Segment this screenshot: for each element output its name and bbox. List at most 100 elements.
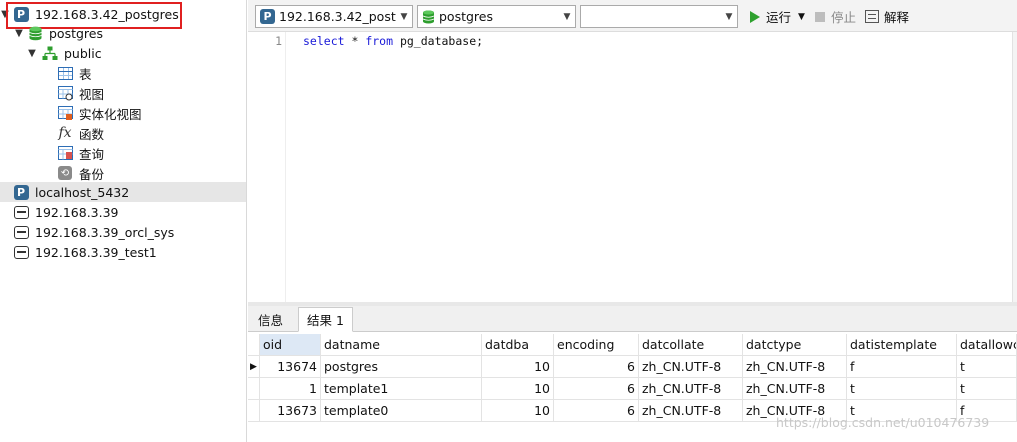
table-cell[interactable]: t xyxy=(847,378,957,400)
postgres-elephant-icon: P xyxy=(13,184,29,200)
line-number: 1 xyxy=(275,34,282,48)
database-select-value: postgres xyxy=(439,9,493,24)
table-cell[interactable]: 10 xyxy=(482,400,554,422)
watermark: https://blog.csdn.net/u010476739 xyxy=(776,415,990,430)
table-cell[interactable]: zh_CN.UTF-8 xyxy=(639,378,743,400)
table-icon xyxy=(57,65,73,81)
table-cell[interactable]: zh_CN.UTF-8 xyxy=(639,356,743,378)
tree-connection-192-168-3-42[interactable]: ▼ P 192.168.3.42_postgres xyxy=(0,4,246,24)
table-cell[interactable]: 6 xyxy=(554,378,639,400)
schema-select[interactable]: ▼ xyxy=(580,5,738,28)
tab-info[interactable]: 信息 xyxy=(250,307,291,332)
schema-icon xyxy=(42,45,58,61)
column-header-datistemplate[interactable]: datistemplate xyxy=(847,334,957,356)
grid-corner xyxy=(248,334,260,356)
connection-tree: ▼ P 192.168.3.42_postgres ▼ postgres ▼ p… xyxy=(0,0,247,442)
column-header-datcollate[interactable]: datcollate xyxy=(639,334,743,356)
table-cell[interactable]: zh_CN.UTF-8 xyxy=(743,378,847,400)
tree-item-backup[interactable]: ⟲ 备份 xyxy=(0,163,246,183)
column-header-oid[interactable]: oid xyxy=(260,334,321,356)
table-cell[interactable]: zh_CN.UTF-8 xyxy=(639,400,743,422)
chevron-down-icon[interactable]: ▼ xyxy=(27,43,37,63)
tree-item-queries[interactable]: 查询 xyxy=(0,143,246,163)
table-cell[interactable]: t xyxy=(957,378,1017,400)
tree-database-postgres[interactable]: ▼ postgres xyxy=(0,23,246,43)
tree-item-functions[interactable]: fx 函数 xyxy=(0,123,246,143)
tab-result-1[interactable]: 结果 1 xyxy=(298,307,353,332)
cell-value: template0 xyxy=(324,403,389,418)
tree-item-views[interactable]: 视图 xyxy=(0,83,246,103)
column-header-label: datcollate xyxy=(642,337,705,352)
table-cell[interactable]: template1 xyxy=(321,378,482,400)
table-cell[interactable]: 1 xyxy=(260,378,321,400)
table-cell[interactable]: 6 xyxy=(554,356,639,378)
chevron-down-icon[interactable]: ▼ xyxy=(0,4,10,24)
explain-icon xyxy=(865,10,879,23)
tree-connection-orcl-sys[interactable]: 192.168.3.39_orcl_sys xyxy=(0,222,246,242)
materialized-view-icon xyxy=(57,105,73,121)
chevron-down-icon[interactable]: ▼ xyxy=(721,12,737,22)
sql-code-line[interactable]: select * from pg_database; xyxy=(303,34,483,48)
stop-button[interactable]: 停止 xyxy=(815,8,856,25)
table-cell[interactable]: zh_CN.UTF-8 xyxy=(743,356,847,378)
tree-item-label: 函数 xyxy=(79,126,105,142)
tree-connection-test1[interactable]: 192.168.3.39_test1 xyxy=(0,242,246,262)
connection-select-value: 192.168.3.42_postgr xyxy=(279,9,396,24)
cell-value: zh_CN.UTF-8 xyxy=(642,381,722,396)
stop-icon xyxy=(815,11,825,22)
cell-value: 6 xyxy=(627,381,635,396)
table-cell[interactable]: 10 xyxy=(482,378,554,400)
tree-schema-public[interactable]: ▼ public xyxy=(0,43,246,63)
cell-value: t xyxy=(850,381,855,396)
chevron-down-icon[interactable]: ▼ xyxy=(14,23,24,43)
column-header-datdba[interactable]: datdba xyxy=(482,334,554,356)
column-header-datallowconn[interactable]: datallowco xyxy=(957,334,1017,356)
cell-value: zh_CN.UTF-8 xyxy=(642,359,722,374)
tree-item-label: 表 xyxy=(79,66,92,82)
tree-item-label: 查询 xyxy=(79,146,105,162)
cell-value: t xyxy=(960,381,965,396)
query-toolbar: P 192.168.3.42_postgr ▼ postgres ▼ ▼ 运行 … xyxy=(248,0,1017,32)
tree-item-tables[interactable]: 表 xyxy=(0,63,246,83)
cell-value: 6 xyxy=(627,403,635,418)
chevron-down-icon[interactable]: ▼ xyxy=(559,12,575,22)
table-cell[interactable]: 13674 xyxy=(260,356,321,378)
line-number-gutter: 1 xyxy=(248,32,286,302)
connection-select[interactable]: P 192.168.3.42_postgr ▼ xyxy=(255,5,413,28)
tree-connection-192-168-3-39[interactable]: 192.168.3.39 xyxy=(0,202,246,222)
database-select[interactable]: postgres ▼ xyxy=(417,5,576,28)
tree-item-materialized-views[interactable]: 实体化视图 xyxy=(0,103,246,123)
table-cell[interactable]: 6 xyxy=(554,400,639,422)
row-header[interactable] xyxy=(248,400,260,422)
column-header-datctype[interactable]: datctype xyxy=(743,334,847,356)
function-icon: fx xyxy=(58,125,72,141)
database-icon xyxy=(27,25,43,41)
run-label: 运行 xyxy=(766,10,792,25)
explain-button[interactable]: 解释 xyxy=(865,8,909,25)
table-cell[interactable]: postgres xyxy=(321,356,482,378)
editor-scrollbar[interactable] xyxy=(1012,32,1017,302)
cell-value: postgres xyxy=(324,359,378,374)
column-header-label: datallowco xyxy=(960,337,1016,352)
table-cell[interactable]: 10 xyxy=(482,356,554,378)
result-grid: oid datname datdba encoding datcollate d… xyxy=(248,332,1017,442)
tree-connection-label: 192.168.3.39_test1 xyxy=(35,244,157,260)
table-cell[interactable]: template0 xyxy=(321,400,482,422)
tree-connection-localhost[interactable]: P localhost_5432 xyxy=(0,182,246,202)
table-cell[interactable]: 13673 xyxy=(260,400,321,422)
sql-editor[interactable]: 1 select * from pg_database; xyxy=(248,32,1017,302)
cell-value: 10 xyxy=(534,381,550,396)
column-header-datname[interactable]: datname xyxy=(321,334,482,356)
row-header[interactable] xyxy=(248,378,260,400)
cell-value: 10 xyxy=(534,403,550,418)
table-cell[interactable]: t xyxy=(957,356,1017,378)
stop-label: 停止 xyxy=(831,10,857,25)
run-button[interactable]: 运行 ▼ xyxy=(750,8,805,25)
backup-icon: ⟲ xyxy=(57,165,73,181)
cell-value: 13674 xyxy=(277,359,317,374)
run-dropdown-icon[interactable]: ▼ xyxy=(798,12,805,22)
chevron-down-icon[interactable]: ▼ xyxy=(396,12,412,22)
table-cell[interactable]: f xyxy=(847,356,957,378)
row-indicator-icon[interactable]: ▶ xyxy=(248,356,260,378)
column-header-encoding[interactable]: encoding xyxy=(554,334,639,356)
